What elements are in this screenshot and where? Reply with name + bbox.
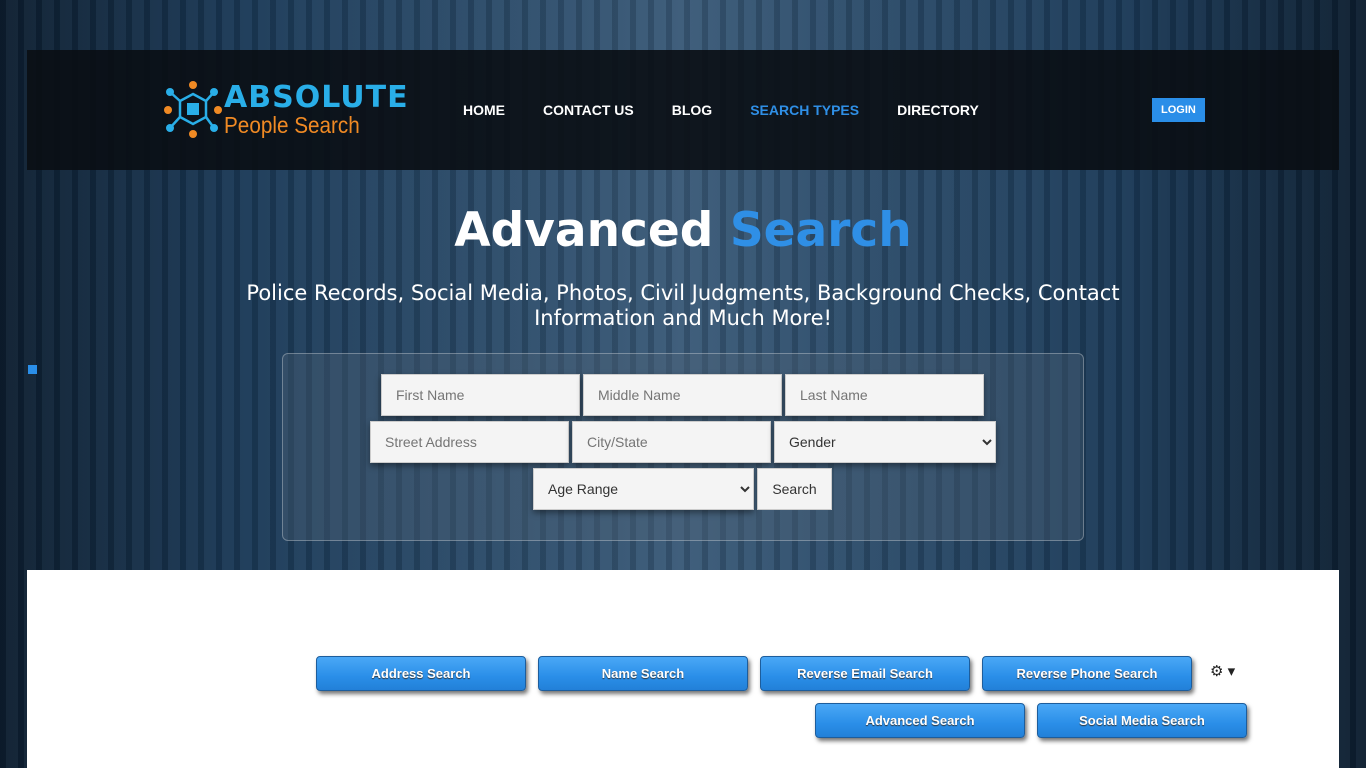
first-name-input[interactable] (381, 374, 580, 416)
nav-search-types[interactable]: SEARCH TYPES (750, 102, 859, 118)
search-button[interactable]: Search (757, 468, 832, 510)
address-search-button[interactable]: Address Search (316, 656, 526, 691)
advanced-search-button[interactable]: Advanced Search (815, 703, 1025, 738)
page-title: Advanced Search (0, 203, 1366, 258)
nav-home[interactable]: HOME (463, 102, 505, 118)
logo-subtext: People Search (224, 112, 360, 138)
site-header: ABSOLUTE People Search HOME CONTACT US B… (27, 50, 1339, 170)
logo-text: ABSOLUTE (224, 80, 409, 115)
subtitle: Police Records, Social Media, Photos, Ci… (246, 281, 1120, 330)
title-white: Advanced (454, 203, 714, 258)
reverse-phone-search-button[interactable]: Reverse Phone Search (982, 656, 1192, 691)
main-nav: HOME CONTACT US BLOG SEARCH TYPES DIRECT… (463, 102, 979, 118)
login-button[interactable]: LOGIN (1152, 98, 1205, 122)
city-state-input[interactable] (572, 421, 771, 463)
title-blue: Search (729, 203, 912, 258)
gear-dropdown-icon[interactable]: ⚙ ▾ (1210, 662, 1235, 680)
nav-contact-us[interactable]: CONTACT US (543, 102, 634, 118)
age-range-select[interactable]: Age Range (533, 468, 754, 510)
gender-select[interactable]: Gender (774, 421, 996, 463)
name-search-button[interactable]: Name Search (538, 656, 748, 691)
logo[interactable]: ABSOLUTE People Search (164, 80, 408, 140)
network-logo-icon (164, 81, 222, 138)
content-section: Address Search Name Search Reverse Email… (27, 570, 1339, 768)
slider-indicator[interactable] (28, 365, 37, 374)
last-name-input[interactable] (785, 374, 984, 416)
nav-directory[interactable]: DIRECTORY (897, 102, 979, 118)
nav-blog[interactable]: BLOG (672, 102, 712, 118)
social-media-search-button[interactable]: Social Media Search (1037, 703, 1247, 738)
middle-name-input[interactable] (583, 374, 782, 416)
reverse-email-search-button[interactable]: Reverse Email Search (760, 656, 970, 691)
street-address-input[interactable] (370, 421, 569, 463)
